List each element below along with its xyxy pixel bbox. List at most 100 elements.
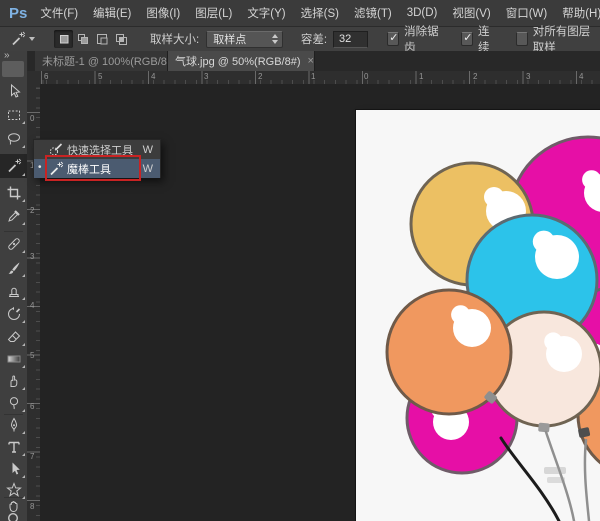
flyout-indicator-icon (22, 173, 25, 176)
flyout-indicator-icon (22, 222, 25, 225)
flyout-indicator-icon (22, 343, 25, 346)
rectangular-marquee-tool[interactable] (0, 104, 27, 126)
toolbar-separator (4, 231, 23, 232)
tab-title: 气球.jpg @ 50%(RGB/8#) (175, 53, 301, 69)
menu-e[interactable]: 编辑(E) (93, 5, 131, 21)
menu-dd[interactable]: 3D(D) (407, 7, 438, 19)
ruler-label: 3 (204, 72, 208, 81)
ruler-corner (27, 71, 41, 85)
ruler-label: 5 (30, 351, 34, 360)
add-to-selection-button[interactable] (73, 30, 92, 48)
dodge-tool[interactable] (0, 392, 27, 414)
menu-h[interactable]: 帮助(H) (562, 5, 600, 21)
magic-wand-icon (10, 31, 26, 47)
flyout-indicator-icon (22, 431, 25, 434)
menu-t[interactable]: 滤镜(T) (354, 5, 392, 21)
ruler-label: 0 (30, 114, 34, 123)
crop-tool[interactable] (0, 182, 27, 204)
ruler-label: 3 (30, 252, 34, 261)
close-icon[interactable]: × (308, 55, 314, 67)
flyout-indicator-icon (22, 297, 25, 300)
selection-mode-buttons (54, 30, 130, 48)
sample-size-label: 取样大小: (150, 31, 199, 47)
tab-balloon-jpg[interactable]: 气球.jpg @ 50%(RGB/8#) × (168, 51, 315, 71)
ruler-label: 0 (364, 72, 368, 81)
checkbox-icon[interactable] (516, 32, 528, 46)
collapse-panel-button[interactable]: » (4, 50, 11, 61)
type-tool[interactable] (0, 436, 27, 458)
ruler-label: 4 (579, 72, 583, 81)
spot-healing-brush-tool[interactable] (0, 233, 27, 255)
toolbar-separator (4, 414, 23, 415)
menu-items: 文件(F) 编辑(E) 图像(I) 图层(L) 文字(Y) 选择(S) 滤镜(T) 3D(D)… (40, 5, 600, 21)
panel-grip[interactable] (2, 61, 24, 77)
toolbar-separator (4, 497, 23, 498)
selected-bullet-icon: • (38, 162, 42, 173)
zoom-tool[interactable] (0, 508, 27, 521)
move-tool[interactable] (0, 80, 27, 102)
brush-tool[interactable] (0, 257, 27, 279)
menu-f[interactable]: 文件(F) (40, 5, 78, 21)
spinner-arrows-icon (272, 34, 278, 44)
ruler-label: 8 (30, 502, 34, 511)
ruler-label: 1 (419, 72, 423, 81)
eyedropper-tool[interactable] (0, 205, 27, 227)
balloon-knot (538, 423, 550, 433)
lasso-tool[interactable] (0, 128, 27, 150)
gradient-tool[interactable] (0, 348, 27, 370)
ruler-label: 2 (258, 72, 262, 81)
flyout-indicator-icon (22, 475, 25, 478)
canvas[interactable] (356, 110, 600, 521)
ruler-label: 4 (30, 301, 34, 310)
tab-title: 未标题-1 @ 100%(RGB/8) * (42, 53, 168, 69)
menu-l[interactable]: 图层(L) (195, 5, 232, 21)
history-brush-tool[interactable] (0, 303, 27, 325)
ruler-label: 6 (44, 72, 48, 81)
flyout-indicator-icon (22, 250, 25, 253)
photoshop-window: Ps 文件(F) 编辑(E) 图像(I) 图层(L) 文字(Y) 选择(S) 滤镜(T) 3D… (0, 0, 600, 521)
sample-size-value: 取样点 (213, 31, 246, 47)
pen-tool[interactable] (0, 414, 27, 436)
flyout-indicator-icon (22, 387, 25, 390)
clone-stamp-tool[interactable] (0, 280, 27, 302)
menu-v[interactable]: 视图(V) (452, 5, 490, 21)
tools-panel: » (0, 51, 28, 521)
menu-i[interactable]: 图像(I) (146, 5, 180, 21)
sample-size-dropdown[interactable]: 取样点 (206, 31, 283, 48)
flyout-indicator-icon (22, 145, 25, 148)
tool-preset-picker[interactable] (7, 29, 38, 49)
chevron-down-icon (29, 37, 35, 41)
horizontal-ruler: 65432101234 (40, 71, 600, 85)
ruler-label: 5 (98, 72, 102, 81)
balloon-string (585, 440, 589, 521)
flyout-indicator-icon (22, 199, 25, 202)
eraser-tool[interactable] (0, 326, 27, 348)
annotation-red-rectangle (45, 155, 141, 181)
tolerance-input[interactable]: 32 (333, 31, 368, 48)
ruler-label: 7 (30, 452, 34, 461)
path-selection-tool[interactable] (0, 458, 27, 480)
checkbox-icon[interactable] (387, 32, 399, 46)
shortcut-key: W (143, 144, 153, 156)
checkbox-icon[interactable] (461, 32, 473, 46)
smudge-tool[interactable] (0, 370, 27, 392)
ruler-label: 1 (311, 72, 315, 81)
tolerance-label: 容差: (301, 31, 327, 47)
ruler-label: 2 (473, 72, 477, 81)
options-bar: 取样大小: 取样点 容差: 32 消除锯齿连续对所有图层取样 (0, 27, 600, 52)
flyout-indicator-icon (22, 320, 25, 323)
balloon-image (356, 110, 600, 521)
subtract-from-selection-button[interactable] (92, 30, 111, 48)
menu-s[interactable]: 选择(S) (301, 5, 339, 21)
magic-wand-tool[interactable] (0, 154, 27, 178)
document-tab-bar: 未标题-1 @ 100%(RGB/8) * × 气球.jpg @ 50%(RGB… (27, 51, 600, 71)
tab-untitled-1[interactable]: 未标题-1 @ 100%(RGB/8) * × (35, 51, 168, 71)
app-logo: Ps (9, 5, 27, 22)
ruler-label: 4 (151, 72, 155, 81)
menu-y[interactable]: 文字(Y) (247, 5, 285, 21)
shortcut-key: W (143, 163, 153, 175)
menu-w[interactable]: 窗口(W) (506, 5, 548, 21)
new-selection-button[interactable] (54, 30, 73, 48)
flyout-indicator-icon (22, 409, 25, 412)
intersect-selection-button[interactable] (111, 30, 130, 48)
